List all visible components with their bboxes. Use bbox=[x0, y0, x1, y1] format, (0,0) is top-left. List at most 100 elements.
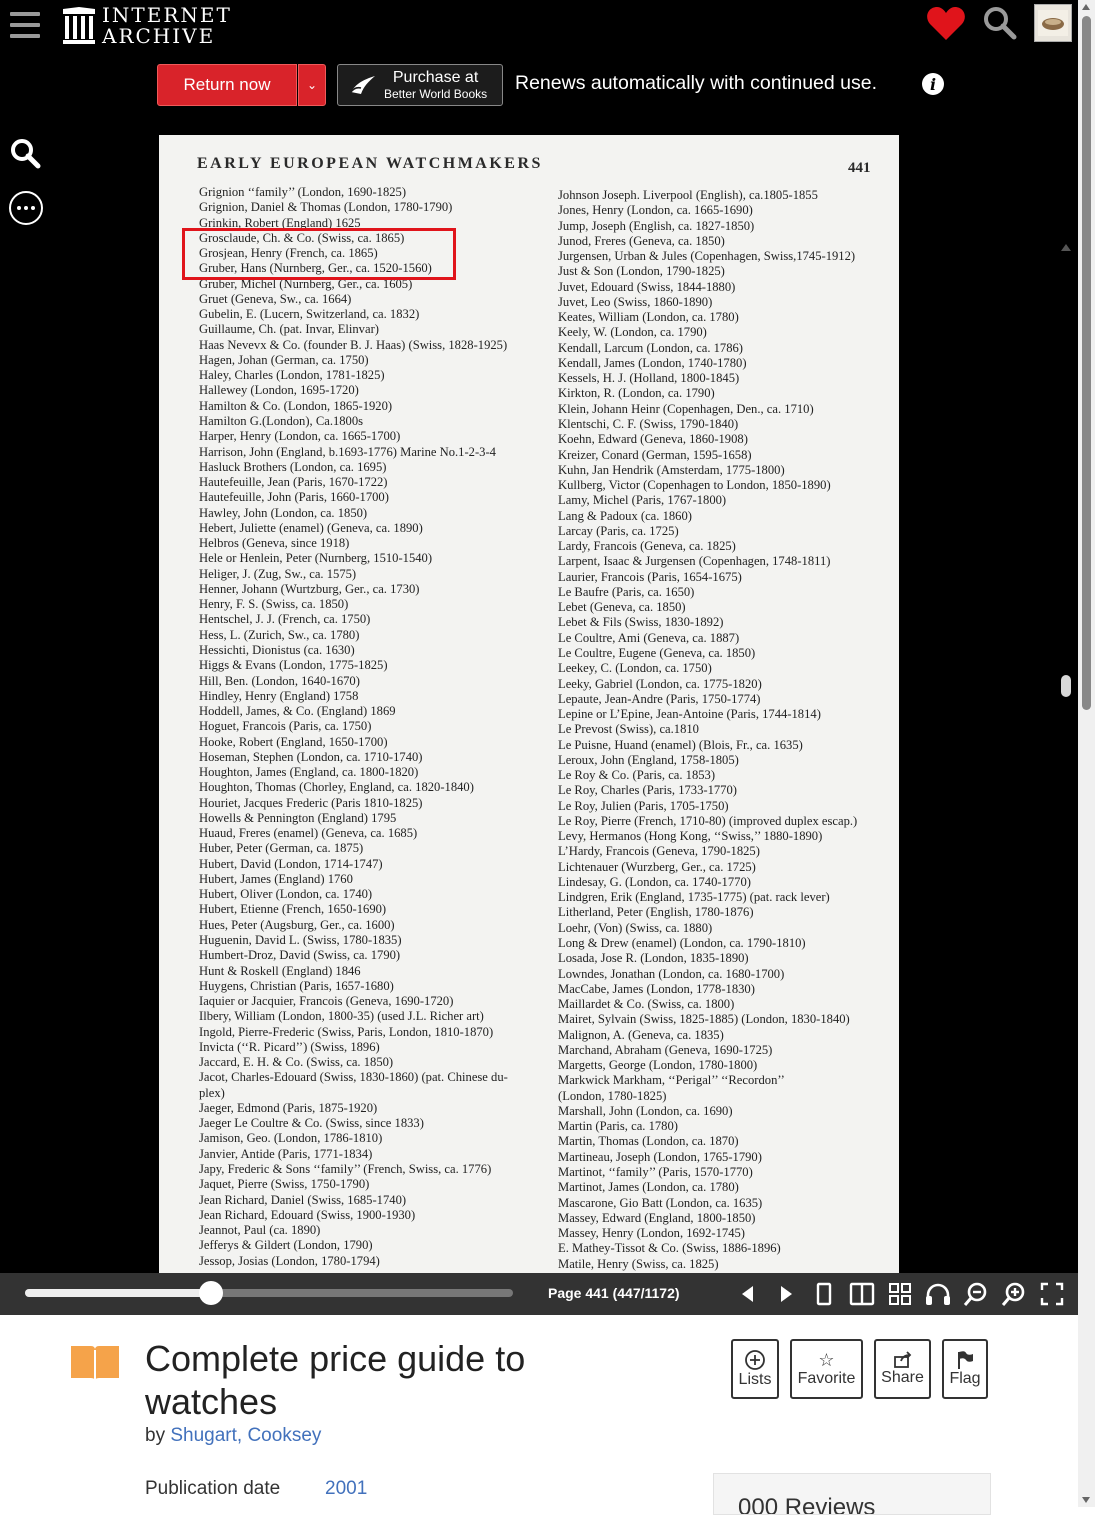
watchmaker-entry: MacCabe, James (London, 1778-1830) bbox=[558, 981, 755, 996]
watchmaker-entry: L’Hardy, Francois (Geneva, 1790-1825) bbox=[558, 844, 760, 859]
prev-page-icon[interactable] bbox=[733, 1279, 763, 1309]
watchmaker-entry: Haas Nevevx & Co. (founder B. J. Haas) (… bbox=[199, 337, 508, 352]
watchmaker-entry: Mascarone, Gio Batt (London, ca. 1635) bbox=[558, 1195, 763, 1210]
purchase-sub-label: Better World Books bbox=[384, 87, 488, 101]
watchmaker-entry: Gruber, Hans (Nurnberg, Ger., ca. 1520-1… bbox=[199, 261, 432, 276]
watchmaker-entry: Levy, Hermanos (Hong Kong, ‘‘Swiss,’’ 18… bbox=[558, 829, 823, 844]
internet-archive-logo[interactable]: INTERNET ARCHIVE bbox=[62, 5, 232, 47]
reader-scrollbar[interactable] bbox=[1058, 240, 1074, 1273]
lists-button[interactable]: Lists bbox=[731, 1339, 779, 1399]
watchmaker-entry: Humbert-Droz, David (Swiss, ca. 1790) bbox=[199, 948, 401, 963]
watchmaker-entry: Jaquet, Pierre (Swiss, 1750-1790) bbox=[199, 1177, 370, 1192]
zoom-out-icon[interactable] bbox=[961, 1279, 991, 1309]
watchmaker-entry: Larpent, Isaac & Jurgensen (Copenhagen, … bbox=[558, 554, 831, 569]
watchmaker-entry: Kreizer, Conard (German, 1595-1658) bbox=[558, 447, 752, 462]
watchmaker-entry: Lichtenauer (Wurzberg, Ger., ca. 1725) bbox=[558, 859, 756, 874]
hamburger-menu-icon[interactable] bbox=[10, 12, 40, 38]
watchmaker-entry: Lindgren, Erik (England, 1735-1775) (pat… bbox=[558, 890, 830, 905]
watchmaker-entry: Houghton, Thomas (Chorley, England, ca. … bbox=[199, 780, 474, 795]
watchmaker-entry: Iaquier or Jacquier, Francois (Geneva, 1… bbox=[199, 994, 454, 1009]
thumbnail-view-icon[interactable] bbox=[885, 1279, 915, 1309]
plus-circle-icon bbox=[745, 1350, 765, 1370]
zoom-in-icon[interactable] bbox=[999, 1279, 1029, 1309]
flag-button[interactable]: Flag bbox=[942, 1339, 988, 1399]
two-page-view-icon[interactable] bbox=[847, 1279, 877, 1309]
user-avatar[interactable] bbox=[1034, 4, 1072, 42]
watchmaker-entry: Hautefeuille, Jean (Paris, 1670-1722) bbox=[199, 475, 388, 490]
chevron-down-icon: ⌄ bbox=[306, 78, 318, 92]
watchmaker-entry: Hebert, Juliette (enamel) (Geneva, ca. 1… bbox=[199, 520, 423, 535]
watchmaker-entry: E. Mathey-Tissot & Co. (Swiss, 1886-1896… bbox=[558, 1241, 781, 1256]
star-icon: ☆ bbox=[818, 1350, 835, 1370]
one-page-view-icon[interactable] bbox=[809, 1279, 839, 1309]
watchmaker-entry: Hoguet, Francois (Paris, ca. 1750) bbox=[199, 719, 372, 734]
watchmaker-entry: Jean Richard, Daniel (Swiss, 1685-1740) bbox=[199, 1192, 407, 1207]
heart-icon[interactable] bbox=[926, 5, 966, 41]
return-options-dropdown[interactable]: ⌄ bbox=[298, 64, 326, 106]
watchmaker-entry: Jaccard, E. H. & Co. (Swiss, ca. 1850) bbox=[199, 1055, 394, 1070]
more-options-icon[interactable] bbox=[8, 190, 44, 226]
purchase-better-world-books-button[interactable]: Purchase at Better World Books bbox=[337, 64, 503, 106]
watchmaker-entry: Hubert, Oliver (London, ca. 1740) bbox=[199, 887, 373, 902]
watchmaker-entry: Kirkton, R. (London, ca. 1790) bbox=[558, 386, 715, 401]
book-page[interactable]: EARLY EUROPEAN WATCHMAKERS 441 Grignion … bbox=[159, 135, 899, 1273]
page-indicator: Page 441 (447/1172) bbox=[548, 1285, 680, 1301]
watchmaker-entry: Hubert, David (London, 1714-1747) bbox=[199, 856, 383, 871]
read-aloud-icon[interactable] bbox=[923, 1279, 953, 1309]
search-inside-icon[interactable] bbox=[8, 136, 42, 170]
watchmaker-entry: Grosjean, Henry (French, ca. 1865) bbox=[199, 246, 378, 261]
watchmaker-entry: Jacot, Charles-Edouard (Swiss, 1830-1860… bbox=[199, 1070, 508, 1085]
watchmaker-entry: Huaud, Freres (enamel) (Geneva, ca. 1685… bbox=[199, 826, 418, 841]
item-title: Complete price guide to watches bbox=[145, 1338, 526, 1422]
return-now-button[interactable]: Return now bbox=[157, 64, 297, 106]
watchmaker-entry: Hunt & Roskell (England) 1846 bbox=[199, 963, 361, 978]
watchmaker-entry: Maillardet & Co. (Swiss, ca. 1800) bbox=[558, 997, 735, 1012]
watchmaker-entry: Jeannot, Paul (ca. 1890) bbox=[199, 1223, 321, 1238]
fullscreen-icon[interactable] bbox=[1037, 1279, 1067, 1309]
watchmaker-entry: Keates, William (London, ca. 1780) bbox=[558, 310, 739, 325]
watchmaker-entry: Martinot, ‘‘family’’ (Paris, 1570-1770) bbox=[558, 1165, 753, 1179]
reader-scroll-thumb[interactable] bbox=[1061, 675, 1071, 697]
window-scroll-up-icon[interactable] bbox=[1082, 4, 1090, 10]
page-slider-handle[interactable] bbox=[198, 1281, 223, 1305]
watchmaker-entry: Grignion, Daniel & Thomas (London, 1780-… bbox=[199, 200, 453, 215]
watchmaker-entry: Le Coultre, Ami (Geneva, ca. 1887) bbox=[558, 630, 740, 645]
watchmaker-entry: Houriet, Jacques Frederic (Paris 1810-18… bbox=[199, 795, 423, 810]
search-icon[interactable] bbox=[982, 5, 1018, 41]
watchmaker-entry: Gubelin, E. (Lucern, Switzerland, ca. 18… bbox=[199, 307, 420, 322]
favorite-button[interactable]: ☆ Favorite bbox=[790, 1339, 863, 1399]
watchmaker-entry: Jurgensen, Urban & Jules (Copenhagen, Sw… bbox=[558, 249, 856, 264]
watchmaker-entry: Hoddell, James, & Co. (England) 1869 bbox=[199, 704, 396, 719]
window-scroll-down-icon[interactable] bbox=[1082, 1497, 1090, 1503]
watchmaker-entry: Matile, Henry (Swiss, ca. 1825) bbox=[558, 1256, 719, 1271]
watchmaker-entry: Houghton, James (England, ca. 1800-1820) bbox=[199, 765, 419, 780]
watchmaker-entry: Just & Son (London, 1790-1825) bbox=[558, 264, 725, 279]
watchmaker-entry: Grosclaude, Ch. & Co. (Swiss, ca. 1865) bbox=[199, 230, 405, 245]
scroll-up-icon[interactable] bbox=[1058, 240, 1074, 254]
watchmaker-entry: Grignion ‘‘family’’ (London, 1690-1825) bbox=[199, 185, 407, 199]
watchmaker-entry: Hubert, James (England) 1760 bbox=[199, 871, 353, 886]
watchmaker-entry: Koehn, Edward (Geneva, 1860-1908) bbox=[558, 432, 748, 447]
window-scroll-thumb[interactable] bbox=[1082, 16, 1091, 710]
watchmaker-entry: Lebet (Geneva, ca. 1850) bbox=[558, 600, 686, 615]
watchmaker-entry: Markwick Markham, ‘‘Perigal’’ ‘‘Recordon… bbox=[558, 1073, 785, 1088]
watchmaker-entry: Helbros (Geneva, since 1918) bbox=[199, 536, 350, 551]
publication-date-value[interactable]: 2001 bbox=[325, 1478, 367, 1500]
watchmaker-entry: Hautefeuille, John (Paris, 1660-1700) bbox=[199, 490, 389, 505]
renew-notice: Renews automatically with continued use. bbox=[515, 72, 878, 94]
next-page-icon[interactable] bbox=[771, 1279, 801, 1309]
window-scrollbar[interactable] bbox=[1078, 0, 1095, 1507]
watchmaker-entry: Juvet, Leo (Swiss, 1860-1890) bbox=[558, 294, 713, 309]
watchmaker-entry: Klein, Johann Heinr (Copenhagen, Den., c… bbox=[558, 401, 814, 416]
page-running-header: EARLY EUROPEAN WATCHMAKERS bbox=[197, 155, 543, 172]
watchmaker-entry: Martinot, James (London, ca. 1780) bbox=[558, 1180, 739, 1195]
watchmaker-entry: Jaeger Le Coultre & Co. (Swiss, since 18… bbox=[199, 1116, 424, 1131]
author-link[interactable]: Shugart, Cooksey bbox=[170, 1425, 321, 1446]
watchmaker-entry: Hagen, Johan (German, ca. 1750) bbox=[199, 352, 369, 367]
page-slider[interactable] bbox=[25, 1281, 513, 1305]
watchmaker-entry: Marchand, Abraham (Geneva, 1690-1725) bbox=[558, 1042, 773, 1057]
share-button[interactable]: Share bbox=[874, 1339, 931, 1399]
info-icon[interactable]: i bbox=[922, 73, 944, 95]
internet-archive-logo-icon bbox=[63, 7, 95, 44]
watchmaker-entry: Hallewey (London, 1695-1720) bbox=[199, 383, 359, 398]
